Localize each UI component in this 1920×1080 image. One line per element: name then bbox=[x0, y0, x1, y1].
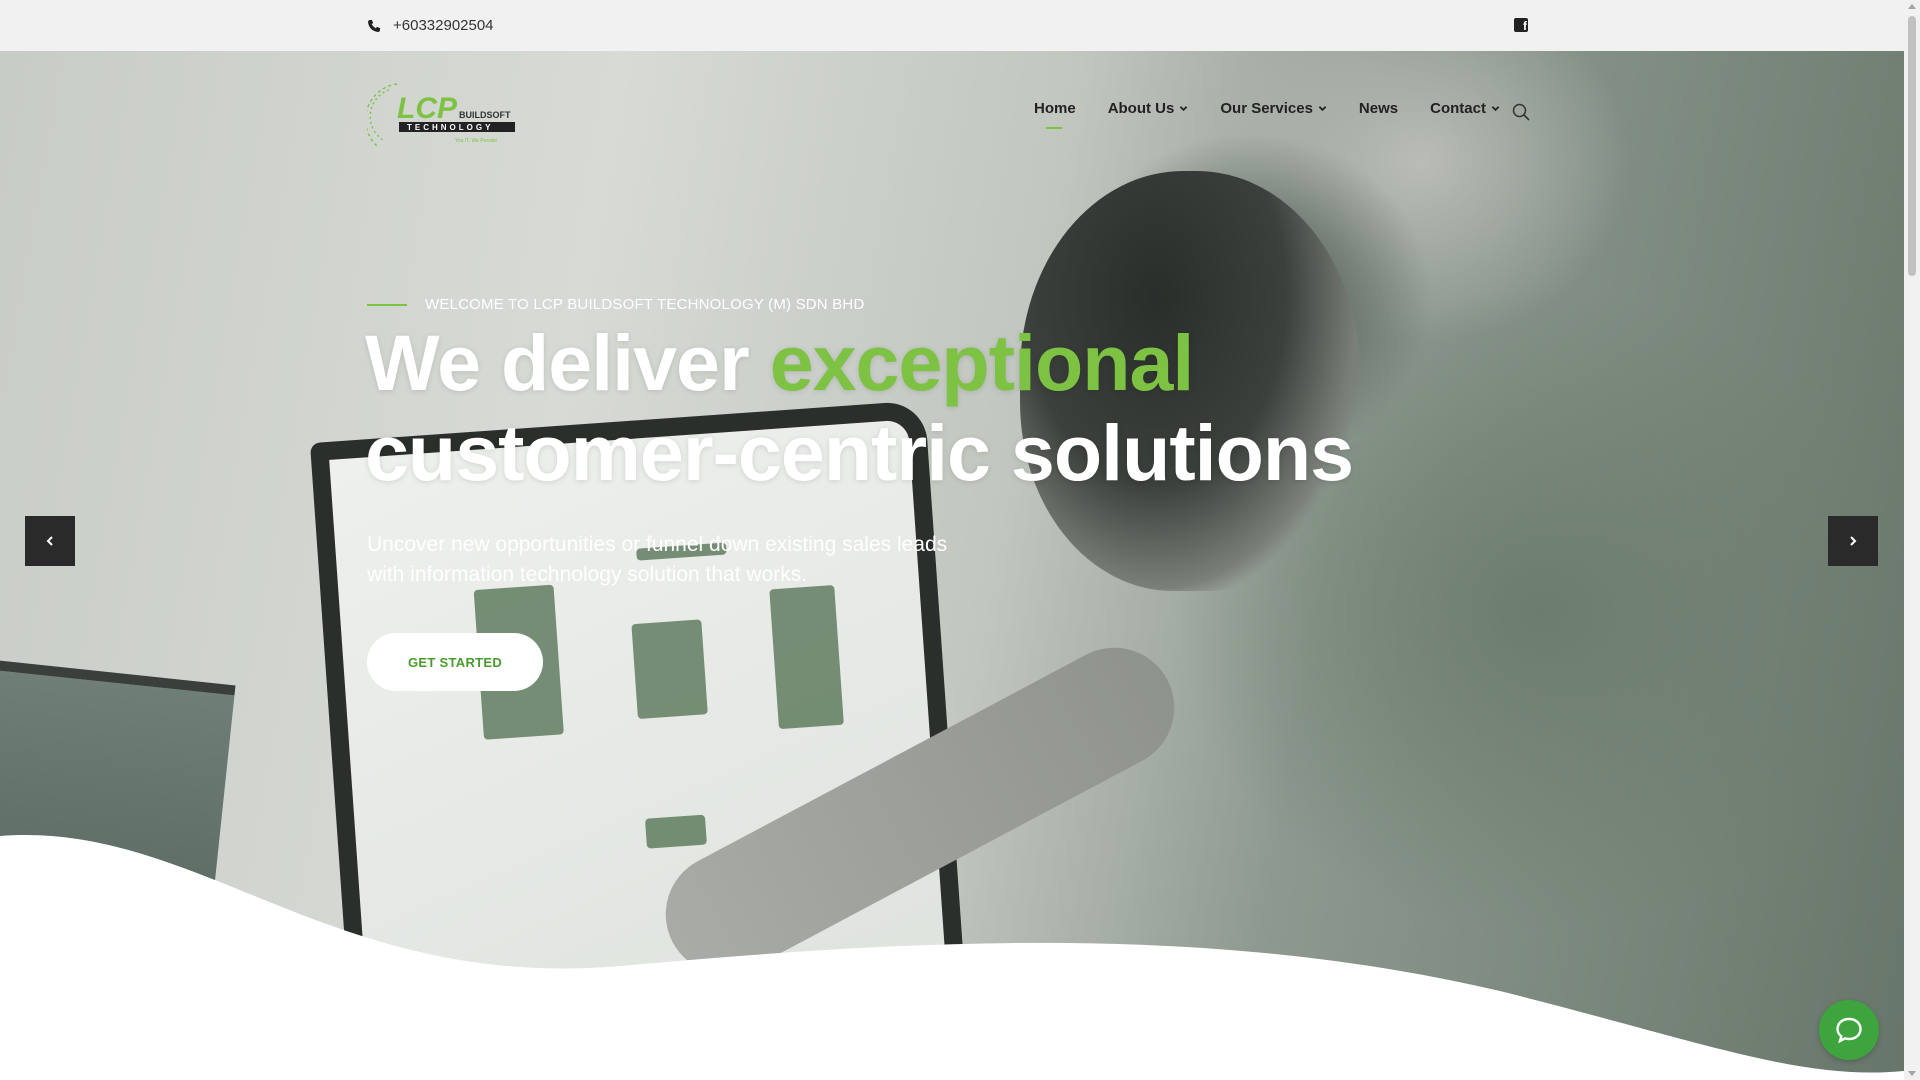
hero-subtext: Uncover new opportunities or funnel down… bbox=[367, 533, 948, 586]
nav-news[interactable]: News bbox=[1359, 100, 1398, 117]
logo-text-buildsoft: BUILDSOFT bbox=[459, 110, 511, 120]
scroll-thumb[interactable] bbox=[1908, 16, 1916, 276]
eyebrow-divider bbox=[367, 303, 407, 306]
logo-text-lcp: LCP bbox=[397, 92, 458, 125]
phone-contact[interactable]: +60332902504 bbox=[367, 0, 494, 51]
headline-part2: customer-centric solutions bbox=[365, 408, 1354, 497]
hero-eyebrow: WELCOME TO LCP BUILDSOFT TECHNOLOGY (M) … bbox=[367, 296, 864, 313]
search-icon[interactable] bbox=[1512, 103, 1530, 121]
nav-our-services[interactable]: Our Services bbox=[1220, 100, 1327, 117]
main-nav: Home About Us Our Services News Contact bbox=[1034, 100, 1500, 129]
chevron-left-icon bbox=[46, 536, 53, 546]
page-scrollbar[interactable] bbox=[1904, 0, 1920, 1080]
hero-wave-divider bbox=[0, 835, 1904, 1080]
chevron-right-icon bbox=[1850, 536, 1857, 546]
headline-accent: exceptional bbox=[769, 318, 1195, 407]
chat-bubble-icon bbox=[1836, 1017, 1862, 1044]
slider-prev-button[interactable] bbox=[25, 516, 75, 566]
nav-contact[interactable]: Contact bbox=[1430, 100, 1500, 117]
get-started-button[interactable]: GET STARTED bbox=[367, 633, 543, 691]
eyebrow-text: WELCOME TO LCP BUILDSOFT TECHNOLOGY (M) … bbox=[425, 296, 865, 313]
logo-text-technology: TECHNOLOGY bbox=[407, 123, 493, 132]
facebook-icon[interactable]: f bbox=[1514, 18, 1528, 32]
headline-part1: We deliver bbox=[365, 318, 770, 407]
phone-icon bbox=[368, 19, 381, 32]
nav-home[interactable]: Home bbox=[1034, 100, 1076, 129]
scroll-down-arrow[interactable] bbox=[1908, 1071, 1916, 1076]
chevron-down-icon bbox=[1180, 106, 1188, 112]
phone-number: +60332902504 bbox=[393, 17, 494, 34]
chat-widget-button[interactable] bbox=[1819, 1000, 1879, 1060]
nav-about-us[interactable]: About Us bbox=[1108, 100, 1189, 117]
top-bar: +60332902504 f bbox=[0, 0, 1904, 51]
hero-headline: We deliver exceptional customer-centric s… bbox=[365, 318, 1465, 498]
logo-tagline: You IT, We Provide bbox=[455, 138, 497, 144]
slider-next-button[interactable] bbox=[1828, 516, 1878, 566]
company-logo[interactable]: LCP BUILDSOFT TECHNOLOGY You IT, We Prov… bbox=[367, 80, 517, 160]
chevron-down-icon bbox=[1318, 106, 1327, 112]
scroll-up-arrow[interactable] bbox=[1908, 4, 1916, 9]
chevron-down-icon bbox=[1491, 106, 1500, 112]
